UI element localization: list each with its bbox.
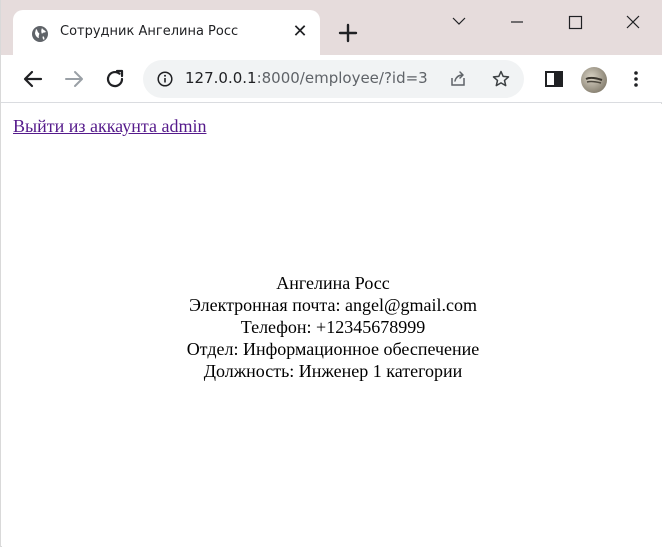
globe-icon bbox=[32, 26, 48, 42]
new-tab-button[interactable] bbox=[335, 20, 361, 46]
logout-link[interactable]: Выйти из аккаунта admin bbox=[13, 116, 206, 137]
share-icon[interactable] bbox=[448, 69, 468, 89]
employee-profile: Ангелина Росс Электронная почта: angel@g… bbox=[2, 272, 662, 382]
profile-avatar[interactable] bbox=[581, 67, 607, 93]
tab-strip: Сотрудник Ангелина Росс ✕ bbox=[1, 0, 662, 56]
avatar-image-icon bbox=[585, 76, 603, 84]
address-bar[interactable]: 127.0.0.1:8000/employee/?id=3 bbox=[143, 60, 524, 98]
info-icon[interactable] bbox=[157, 71, 173, 87]
active-tab[interactable]: Сотрудник Ангелина Росс ✕ bbox=[13, 10, 320, 56]
employee-department: Отдел: Информационное обеспечение bbox=[186, 339, 480, 359]
tab-title: Сотрудник Ангелина Росс bbox=[60, 24, 239, 39]
employee-name: Ангелина Росс bbox=[276, 273, 390, 293]
close-window-button[interactable] bbox=[613, 6, 653, 38]
page-content: Выйти из аккаунта admin Ангелина Росс Эл… bbox=[2, 104, 662, 547]
menu-kebab-icon[interactable] bbox=[626, 69, 646, 89]
url-path: :8000/employee/?id=3 bbox=[256, 69, 428, 87]
url-text[interactable]: 127.0.0.1:8000/employee/?id=3 bbox=[185, 69, 428, 87]
tab-search-chevron-icon[interactable] bbox=[439, 6, 479, 38]
browser-window: Сотрудник Ангелина Росс ✕ 127.0.0.1:8000… bbox=[0, 0, 662, 547]
url-host: 127.0.0.1 bbox=[185, 69, 257, 87]
star-bookmark-icon[interactable] bbox=[491, 69, 511, 89]
maximize-button[interactable] bbox=[555, 6, 595, 38]
minimize-button[interactable] bbox=[497, 6, 537, 38]
forward-button[interactable] bbox=[62, 67, 86, 91]
reload-button[interactable] bbox=[103, 67, 127, 91]
employee-email: Электронная почта: angel@gmail.com bbox=[188, 295, 478, 315]
side-panel-icon[interactable] bbox=[544, 69, 564, 89]
employee-phone: Телефон: +12345678999 bbox=[240, 317, 426, 337]
browser-toolbar: 127.0.0.1:8000/employee/?id=3 bbox=[1, 55, 662, 103]
back-button[interactable] bbox=[21, 67, 45, 91]
employee-position: Должность: Инженер 1 категории bbox=[203, 361, 463, 381]
tab-close-button[interactable]: ✕ bbox=[289, 20, 311, 42]
